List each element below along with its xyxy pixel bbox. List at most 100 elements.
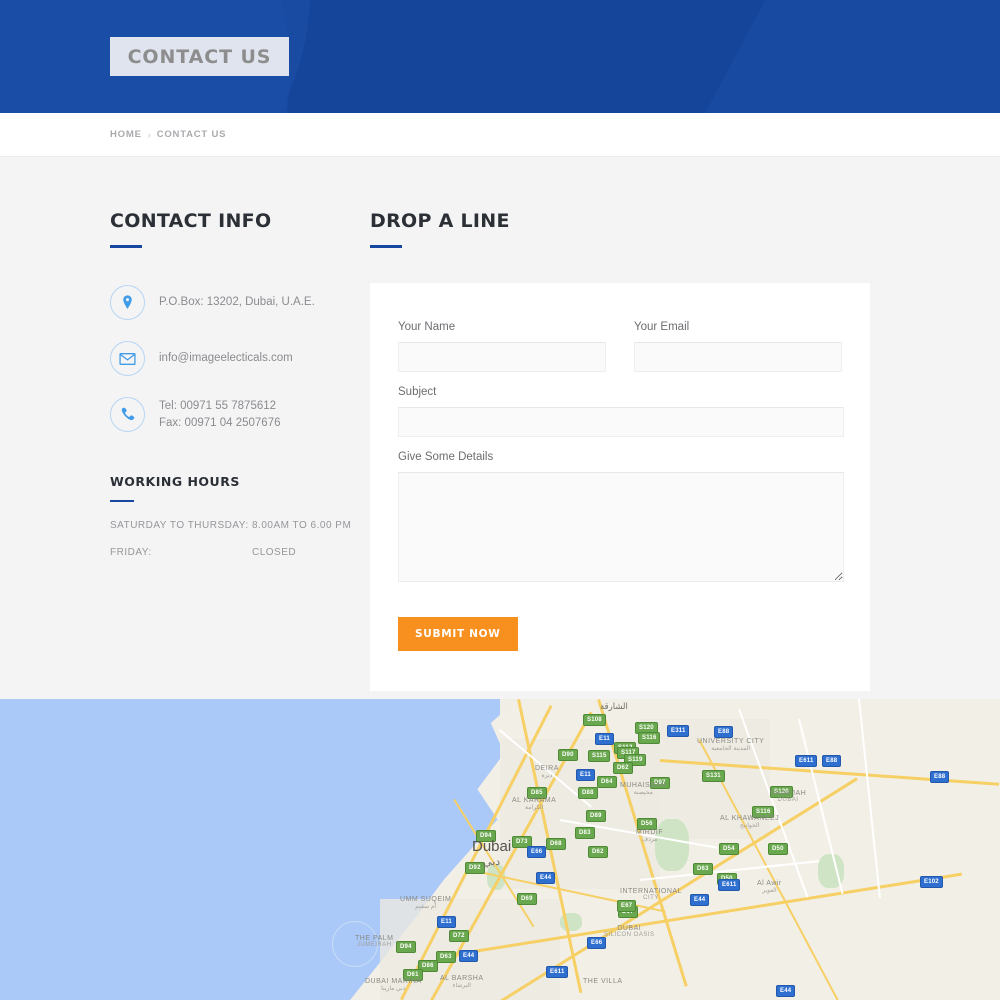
contact-form-column: DROP A LINE Your Name Your Email xyxy=(370,212,870,691)
map-place-label: MIRDIFمردف xyxy=(636,829,663,843)
map-road-shield: D83 xyxy=(575,827,595,839)
phone-fax: Fax: 00971 04 2507676 xyxy=(159,415,281,432)
map-road-shield: D64 xyxy=(597,776,617,788)
map-place-label-secondary: CITY xyxy=(620,895,682,901)
submit-button[interactable]: SUBMIT NOW xyxy=(398,617,518,651)
map-place-label-secondary: الكرامة xyxy=(512,804,556,811)
location-map[interactable]: Google S108S120S116E311E88E11S112E611E88… xyxy=(0,699,1000,1000)
email-field-group: Your Email xyxy=(634,321,842,372)
page-hero-banner: CONTACT US xyxy=(0,0,1000,113)
map-road-shield: E102 xyxy=(920,876,943,888)
working-hours-heading-rule xyxy=(110,500,134,502)
map-road-shield: D68 xyxy=(546,838,566,850)
name-field-group: Your Name xyxy=(398,321,606,372)
envelope-icon xyxy=(110,341,145,376)
map-place-label: THE PALMJUMEIRAH xyxy=(355,935,394,948)
details-textarea[interactable] xyxy=(398,472,844,582)
details-field-label: Give Some Details xyxy=(398,451,844,463)
working-hours-table: SATURDAY TO THURSDAY: 8.00AM TO 6.00 PM … xyxy=(110,520,360,558)
hero-decoration-diagonal xyxy=(648,0,1000,113)
map-road-shield: S115 xyxy=(588,750,610,762)
map-place-label-secondary: ديرة xyxy=(535,772,559,779)
map-road-shield: D63 xyxy=(693,863,713,875)
working-hours-day: SATURDAY TO THURSDAY: xyxy=(110,520,252,531)
map-road-shield: E11 xyxy=(437,916,456,928)
map-place-label: SHARJAHDUBAI xyxy=(770,790,806,803)
map-place-label: Dubaiدبي xyxy=(472,838,511,868)
map-place-label: DEIRAديرة xyxy=(535,765,559,779)
email-input[interactable] xyxy=(634,342,842,372)
map-place-label: UNIVERSITY CITYالمدينة الجامعية xyxy=(697,738,764,752)
name-field-label: Your Name xyxy=(398,321,606,333)
map-road-shield: E88 xyxy=(822,755,841,767)
email-address: info@imageelecticals.com xyxy=(159,350,293,367)
map-place-label-secondary: DUBAI xyxy=(770,797,806,803)
contact-info-email-text: info@imageelecticals.com xyxy=(159,350,293,367)
working-hours-row: SATURDAY TO THURSDAY: 8.00AM TO 6.00 PM xyxy=(110,520,360,531)
page-title-plate: CONTACT US xyxy=(110,37,289,76)
map-place-label-secondary: دبي مارينا xyxy=(365,985,422,992)
map-place-label-secondary: الخوانيج xyxy=(720,822,779,829)
map-place-label: DUBAI MARINAدبي مارينا xyxy=(365,978,422,992)
map-place-label-secondary: JUMEIRAH xyxy=(355,942,394,948)
details-field-group: Give Some Details xyxy=(398,451,844,587)
map-place-label-secondary: أم سقيم xyxy=(400,903,451,910)
map-road-shield: D54 xyxy=(719,843,739,855)
map-place-label-secondary: SILICON OASIS xyxy=(604,932,655,938)
map-place-label-secondary: البرشاء xyxy=(440,982,484,989)
working-hours-value: CLOSED xyxy=(252,547,296,558)
map-park xyxy=(655,819,689,871)
contact-info-item-phone: Tel: 00971 55 7875612 Fax: 00971 04 2507… xyxy=(110,397,370,432)
map-place-label: INTERNATIONALCITY xyxy=(620,888,682,901)
breadcrumb-home-link[interactable]: HOME xyxy=(110,129,142,140)
map-place-label: MUHAISNAHمحيصنة xyxy=(620,782,667,796)
contact-info-item-address: P.O.Box: 13202, Dubai, U.A.E. xyxy=(110,285,370,320)
contact-info-column: CONTACT INFO P.O.Box: 13202, Dubai, U.A.… xyxy=(110,212,370,691)
map-place-label-secondary: مردف xyxy=(636,836,663,843)
map-road-shield: S131 xyxy=(702,770,725,782)
map-road-shield: E11 xyxy=(595,733,614,745)
contact-info-phone-text: Tel: 00971 55 7875612 Fax: 00971 04 2507… xyxy=(159,398,281,432)
phone-tel: Tel: 00971 55 7875612 xyxy=(159,398,281,415)
contact-form: Your Name Your Email Subject Give xyxy=(398,321,842,651)
contact-info-heading-rule xyxy=(110,245,142,248)
subject-input[interactable] xyxy=(398,407,844,437)
map-road-shield: E44 xyxy=(536,872,555,884)
map-road-shield: E611 xyxy=(718,879,740,891)
location-pin-icon xyxy=(110,285,145,320)
address-line-1: P.O.Box: 13202, Dubai, U.A.E. xyxy=(159,294,315,311)
drop-a-line-heading: DROP A LINE xyxy=(370,212,870,231)
map-road-shield: E611 xyxy=(546,966,568,978)
page-title: CONTACT US xyxy=(128,46,272,68)
contact-info-item-email: info@imageelecticals.com xyxy=(110,341,370,376)
contact-form-card: Your Name Your Email Subject Give xyxy=(370,283,870,691)
map-place-label: DUBAISILICON OASIS xyxy=(604,925,655,938)
map-road-shield: E44 xyxy=(776,985,795,997)
main-content: CONTACT INFO P.O.Box: 13202, Dubai, U.A.… xyxy=(0,157,1000,699)
drop-a-line-heading-rule xyxy=(370,245,402,248)
map-road-shield: D88 xyxy=(578,787,598,799)
working-hours-heading: WORKING HOURS xyxy=(110,474,370,489)
breadcrumb: HOME › CONTACT US xyxy=(0,113,1000,157)
map-place-label-secondary: دبي xyxy=(472,855,511,868)
map-place-label-secondary: المدينة الجامعية xyxy=(697,745,764,752)
map-place-label: AL KHAWANEEJالخوانيج xyxy=(720,815,779,829)
breadcrumb-separator-icon: › xyxy=(148,130,151,140)
map-road-shield: S116 xyxy=(638,732,660,744)
working-hours-row: FRIDAY: CLOSED xyxy=(110,547,360,558)
map-road-shield: E44 xyxy=(690,894,709,906)
contact-info-heading: CONTACT INFO xyxy=(110,212,370,231)
map-road-shield: S108 xyxy=(583,714,606,726)
map-place-label: AL BARSHAالبرشاء xyxy=(440,975,484,989)
map-road-shield: E88 xyxy=(714,726,733,738)
subject-field-group: Subject xyxy=(398,386,844,437)
map-road-shield: E66 xyxy=(587,937,606,949)
map-place-label: UMM SUQEIMأم سقيم xyxy=(400,896,451,910)
map-place-label-secondary: العوير xyxy=(757,887,782,894)
working-hours-value: 8.00AM TO 6.00 PM xyxy=(252,520,351,531)
map-road-shield: D72 xyxy=(449,930,469,942)
map-road-shield: D69 xyxy=(517,893,537,905)
name-input[interactable] xyxy=(398,342,606,372)
map-place-label: THE VILLA xyxy=(583,978,623,985)
map-road-shield: D62 xyxy=(613,762,633,774)
